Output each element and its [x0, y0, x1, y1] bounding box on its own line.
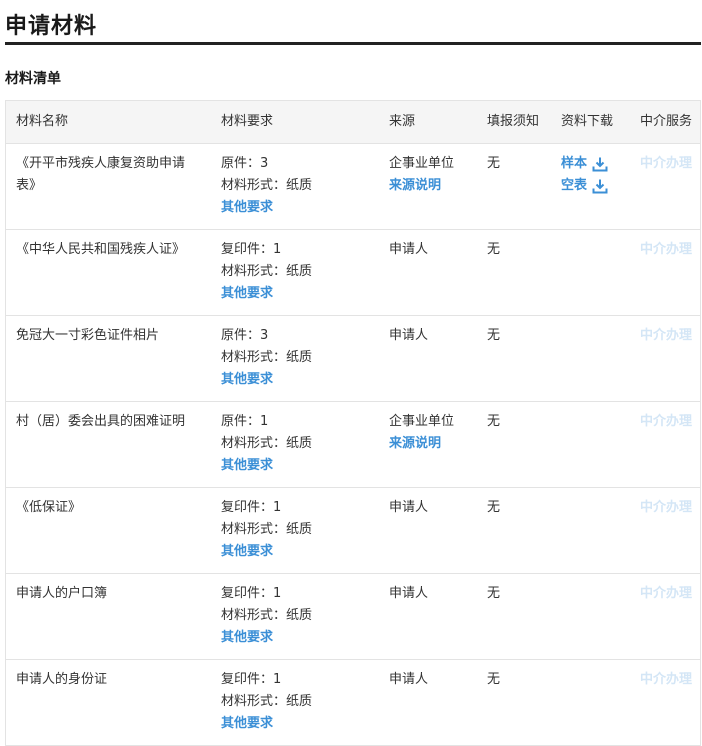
- fill-notice: 无: [487, 500, 501, 515]
- fill-notice: 无: [487, 672, 501, 687]
- copy-count: 复印件：1: [221, 586, 282, 601]
- header-download: 资料下载: [561, 114, 614, 129]
- material-requirement: 原件：3 材料形式：纸质 其他要求: [221, 153, 371, 219]
- download-icon: [592, 157, 608, 172]
- material-form: 材料形式：纸质: [221, 522, 313, 537]
- source-text: 申请人: [389, 672, 429, 687]
- source-text: 企事业单位: [389, 414, 455, 429]
- agency-service: 中介办理: [640, 153, 700, 175]
- material-form: 材料形式：纸质: [221, 694, 313, 709]
- source-note-link[interactable]: 来源说明: [389, 433, 479, 455]
- source-text: 申请人: [389, 586, 429, 601]
- fill-notice: 无: [487, 156, 501, 171]
- material-name: 免冠大一寸彩色证件相片: [16, 328, 160, 343]
- agency-service-link[interactable]: 中介办理: [640, 156, 692, 171]
- material-form: 材料形式：纸质: [221, 264, 313, 279]
- material-source: 申请人: [389, 239, 479, 261]
- copy-count: 原件：3: [221, 328, 269, 343]
- page-title: 申请材料: [5, 14, 98, 39]
- material-form: 材料形式：纸质: [221, 350, 313, 365]
- table-row: 《开平市残疾人康复资助申请表》 原件：3 材料形式：纸质 其他要求 企事业单位 …: [6, 144, 700, 230]
- copy-count: 复印件：1: [221, 672, 282, 687]
- other-requirements-link[interactable]: 其他要求: [221, 455, 371, 477]
- agency-service: 中介办理: [640, 411, 700, 433]
- other-requirements-link[interactable]: 其他要求: [221, 197, 371, 219]
- header-service: 中介服务: [640, 114, 693, 129]
- fill-notice: 无: [487, 242, 501, 257]
- material-source: 企事业单位 来源说明: [389, 411, 479, 455]
- material-requirement: 复印件：1 材料形式：纸质 其他要求: [221, 239, 371, 305]
- material-requirement: 复印件：1 材料形式：纸质 其他要求: [221, 583, 371, 649]
- title-divider: [5, 42, 701, 45]
- sample-download-link[interactable]: 样本: [561, 153, 631, 175]
- agency-service: 中介办理: [640, 669, 700, 691]
- material-form: 材料形式：纸质: [221, 608, 313, 623]
- material-requirement: 复印件：1 材料形式：纸质 其他要求: [221, 497, 371, 563]
- other-requirements-link[interactable]: 其他要求: [221, 627, 371, 649]
- agency-service-link[interactable]: 中介办理: [640, 328, 692, 343]
- material-form: 材料形式：纸质: [221, 436, 313, 451]
- source-text: 申请人: [389, 328, 429, 343]
- material-requirement: 复印件：1 材料形式：纸质 其他要求: [221, 669, 371, 735]
- source-note-link[interactable]: 来源说明: [389, 175, 479, 197]
- other-requirements-link[interactable]: 其他要求: [221, 369, 371, 391]
- material-source: 申请人: [389, 497, 479, 519]
- other-requirements-link[interactable]: 其他要求: [221, 541, 371, 563]
- material-name: 申请人的身份证: [16, 672, 108, 687]
- fill-notice: 无: [487, 328, 501, 343]
- material-requirement: 原件：3 材料形式：纸质 其他要求: [221, 325, 371, 391]
- material-name: 村（居）委会出具的困难证明: [16, 414, 186, 429]
- source-text: 企事业单位: [389, 156, 455, 171]
- header-fill-notice: 填报须知: [487, 114, 540, 129]
- agency-service-link[interactable]: 中介办理: [640, 586, 692, 601]
- material-source: 申请人: [389, 669, 479, 691]
- other-requirements-link[interactable]: 其他要求: [221, 713, 371, 735]
- downloads: 样本 空表: [561, 153, 631, 197]
- source-text: 申请人: [389, 242, 429, 257]
- material-source: 申请人: [389, 325, 479, 347]
- agency-service: 中介办理: [640, 583, 700, 605]
- material-name: 《低保证》: [16, 500, 82, 515]
- table-row: 申请人的身份证 复印件：1 材料形式：纸质 其他要求 申请人 无 中介办理: [6, 660, 700, 746]
- agency-service: 中介办理: [640, 325, 700, 347]
- material-form: 材料形式：纸质: [221, 178, 313, 193]
- blank-form-label: 空表: [561, 178, 588, 193]
- copy-count: 原件：1: [221, 414, 269, 429]
- material-source: 申请人: [389, 583, 479, 605]
- table-row: 村（居）委会出具的困难证明 原件：1 材料形式：纸质 其他要求 企事业单位 来源…: [6, 402, 700, 488]
- agency-service-link[interactable]: 中介办理: [640, 500, 692, 515]
- copy-count: 复印件：1: [221, 242, 282, 257]
- copy-count: 原件：3: [221, 156, 269, 171]
- agency-service-link[interactable]: 中介办理: [640, 672, 692, 687]
- other-requirements-link[interactable]: 其他要求: [221, 283, 371, 305]
- materials-table: 材料名称 材料要求 来源 填报须知 资料下载 中介服务 《开平市残疾人康复资助申…: [5, 100, 701, 746]
- agency-service: 中介办理: [640, 497, 700, 519]
- agency-service-link[interactable]: 中介办理: [640, 242, 692, 257]
- table-row: 《低保证》 复印件：1 材料形式：纸质 其他要求 申请人 无 中介办理: [6, 488, 700, 574]
- sample-label: 样本: [561, 156, 588, 171]
- table-header: 材料名称 材料要求 来源 填报须知 资料下载 中介服务: [6, 101, 700, 144]
- header-requirement: 材料要求: [221, 114, 274, 129]
- copy-count: 复印件：1: [221, 500, 282, 515]
- blank-form-download-link[interactable]: 空表: [561, 175, 631, 197]
- section-title: 材料清单: [5, 71, 61, 87]
- agency-service: 中介办理: [640, 239, 700, 261]
- header-source: 来源: [389, 114, 416, 129]
- table-row: 免冠大一寸彩色证件相片 原件：3 材料形式：纸质 其他要求 申请人 无 中介办理: [6, 316, 700, 402]
- table-row: 《中华人民共和国残疾人证》 复印件：1 材料形式：纸质 其他要求 申请人 无 中…: [6, 230, 700, 316]
- table-row: 申请人的户口簿 复印件：1 材料形式：纸质 其他要求 申请人 无 中介办理: [6, 574, 700, 660]
- material-name: 《开平市残疾人康复资助申请表》: [16, 156, 186, 193]
- material-requirement: 原件：1 材料形式：纸质 其他要求: [221, 411, 371, 477]
- download-icon: [592, 179, 608, 194]
- material-name: 《中华人民共和国残疾人证》: [16, 242, 186, 257]
- header-name: 材料名称: [16, 114, 69, 129]
- fill-notice: 无: [487, 414, 501, 429]
- material-name: 申请人的户口簿: [16, 586, 108, 601]
- material-source: 企事业单位 来源说明: [389, 153, 479, 197]
- source-text: 申请人: [389, 500, 429, 515]
- agency-service-link[interactable]: 中介办理: [640, 414, 692, 429]
- fill-notice: 无: [487, 586, 501, 601]
